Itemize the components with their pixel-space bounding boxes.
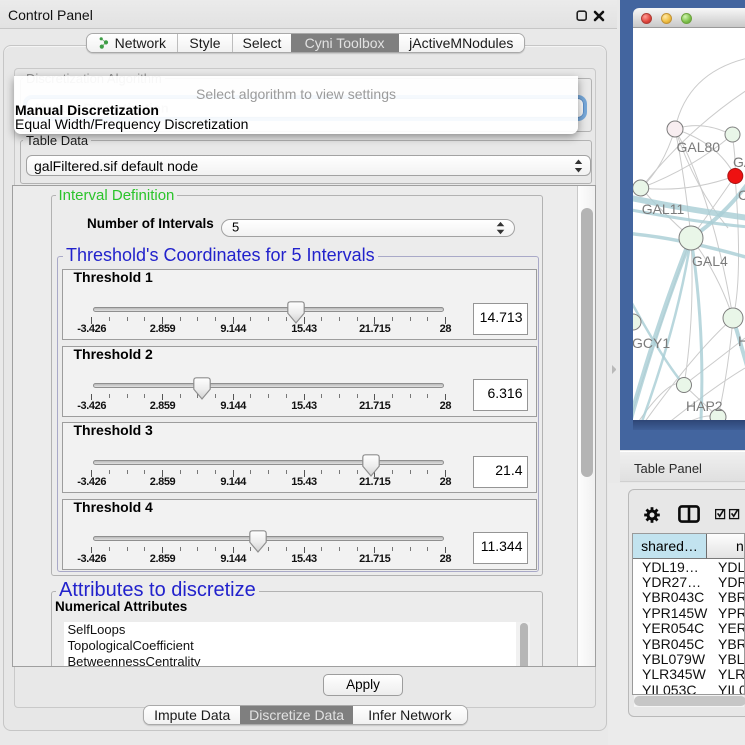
- svg-text:H: H: [738, 333, 745, 349]
- svg-text:GCY1: GCY1: [633, 335, 670, 351]
- svg-text:GAL80: GAL80: [677, 139, 721, 155]
- svg-text:GAL4: GAL4: [692, 253, 728, 269]
- svg-text:GA: GA: [733, 154, 745, 170]
- svg-text:HAP2: HAP2: [686, 398, 723, 414]
- svg-text:C: C: [738, 187, 745, 203]
- svg-text:GAL11: GAL11: [642, 201, 685, 217]
